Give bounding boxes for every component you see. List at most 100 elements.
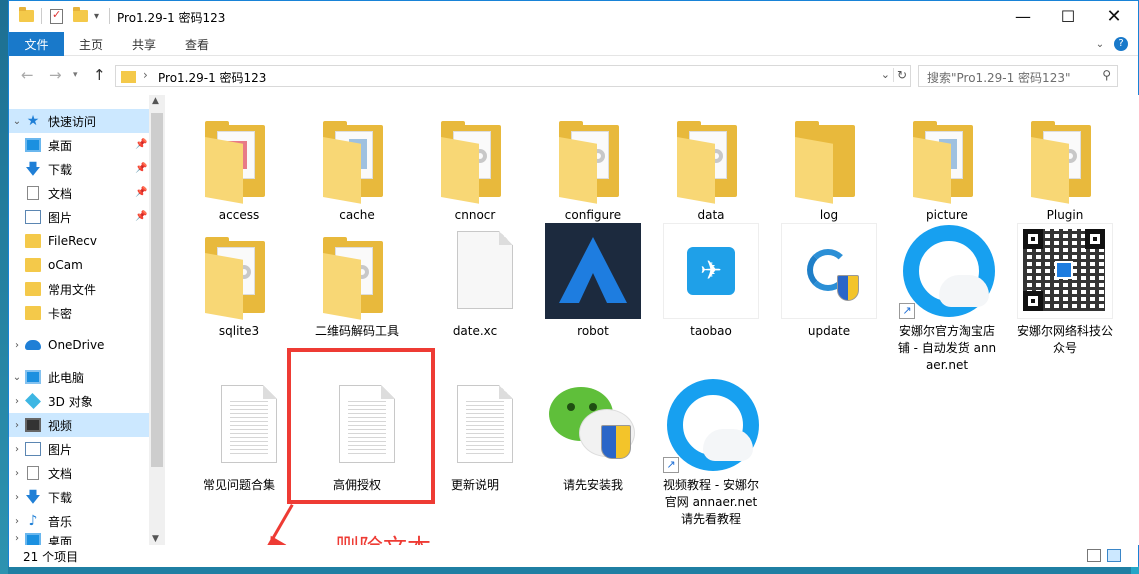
expand-chevron-icon[interactable]: › — [9, 396, 25, 407]
collapse-chevron-icon[interactable]: ⌄ — [9, 372, 25, 383]
nav-label: oCam — [48, 258, 83, 272]
file-item[interactable]: 更新说明 — [427, 377, 523, 494]
address-dropdown-icon[interactable]: ⌄ — [881, 68, 890, 81]
desktop-edge-left — [0, 0, 8, 574]
nav-item-music[interactable]: › ♪ 音乐 — [9, 509, 149, 533]
tab-file[interactable]: 文件 — [9, 32, 64, 56]
help-icon[interactable]: ? — [1112, 32, 1130, 56]
folder-icon — [25, 282, 41, 296]
folder-icon — [25, 234, 41, 248]
file-item[interactable]: access — [191, 107, 287, 224]
file-name: access — [218, 208, 260, 222]
ribbon-tabs: 文件 主页 共享 查看 ⌄ ? — [9, 32, 1138, 56]
up-icon[interactable]: ↑ — [93, 66, 106, 84]
nav-label: OneDrive — [48, 338, 105, 352]
folder-icon — [191, 223, 287, 320]
nav-item-videos[interactable]: › 视频 — [9, 413, 149, 437]
nav-onedrive[interactable]: › OneDrive — [9, 333, 149, 357]
file-item[interactable]: ✈ taobao — [663, 223, 759, 340]
nav-item-downloads[interactable]: 🡇 下载 — [9, 157, 149, 181]
file-item[interactable]: robot — [545, 223, 641, 340]
qa-dropdown-icon[interactable]: ▾ — [94, 7, 99, 25]
address-bar[interactable]: › Pro1.29-1 密码123 ⌄ ↻ — [115, 65, 911, 87]
nav-item-filerecv[interactable]: FileRecv — [9, 229, 149, 253]
new-folder-icon[interactable] — [73, 7, 88, 25]
file-item[interactable]: data — [663, 107, 759, 224]
file-name: taobao — [690, 324, 732, 338]
nav-item-pc-pictures[interactable]: › 图片 — [9, 437, 149, 461]
nav-item-desktop[interactable]: 桌面 — [9, 133, 149, 157]
properties-icon[interactable] — [50, 7, 63, 25]
folder-icon — [19, 7, 34, 25]
address-separator[interactable]: › — [143, 68, 148, 82]
nav-item-ocam[interactable]: oCam — [9, 253, 149, 277]
file-item[interactable]: cache — [309, 107, 405, 224]
expand-chevron-icon[interactable]: › — [9, 340, 25, 351]
tab-home[interactable]: 主页 — [71, 32, 111, 56]
close-button[interactable]: ✕ — [1091, 1, 1137, 32]
ribbon-expand-icon[interactable]: ⌄ — [1092, 32, 1108, 56]
nav-item-pictures[interactable]: 图片 — [9, 205, 149, 229]
file-item[interactable]: date.xc — [427, 223, 523, 340]
expand-chevron-icon[interactable]: › — [9, 516, 25, 527]
file-name: 安娜尔官方淘宝店铺 - 自动发货 annaer.net — [897, 324, 997, 372]
nav-item-pc-downloads[interactable]: › 🡇 下载 — [9, 485, 149, 509]
pin-icon[interactable]: 📌 — [135, 139, 147, 150]
scroll-thumb[interactable] — [151, 113, 163, 467]
file-item[interactable]: 请先安装我 — [545, 377, 641, 494]
file-name: configure — [564, 208, 622, 222]
file-item[interactable]: configure — [545, 107, 641, 224]
file-item[interactable]: Plugin — [1017, 107, 1113, 224]
cloud-icon — [25, 340, 41, 350]
tab-share[interactable]: 共享 — [124, 32, 164, 56]
scroll-down-icon[interactable]: ▼ — [152, 534, 159, 544]
expand-chevron-icon[interactable]: › — [9, 420, 25, 431]
back-icon[interactable]: ← — [21, 66, 34, 84]
expand-chevron-icon[interactable]: › — [9, 533, 25, 544]
maximize-button[interactable]: ☐ — [1045, 1, 1091, 32]
nav-quick-access[interactable]: ⌄ ★ 快速访问 — [9, 109, 149, 133]
file-item[interactable]: 二维码解码工具 — [309, 223, 405, 340]
minimize-button[interactable]: — — [1000, 1, 1046, 32]
file-item[interactable]: ↗ 视频教程 - 安娜尔官网 annaer.net 请先看教程 — [663, 377, 759, 528]
file-item[interactable]: cnnocr — [427, 107, 523, 224]
nav-item-pc-desktop[interactable]: › 桌面 — [9, 533, 149, 545]
search-icon[interactable]: ⚲ — [1102, 68, 1111, 82]
update-app-icon — [781, 223, 877, 319]
nav-item-documents[interactable]: 文档 — [9, 181, 149, 205]
expand-chevron-icon[interactable]: › — [9, 492, 25, 503]
nav-item-pc-documents[interactable]: › 文档 — [9, 461, 149, 485]
tab-view[interactable]: 查看 — [177, 32, 217, 56]
file-item[interactable]: sqlite3 — [191, 223, 287, 340]
file-item[interactable]: picture — [899, 107, 995, 224]
recent-dropdown-icon[interactable]: ▾ — [73, 70, 78, 80]
file-item[interactable]: 安娜尔网络科技公众号 — [1017, 223, 1113, 357]
pin-icon[interactable]: 📌 — [135, 187, 147, 198]
large-icons-view-icon[interactable] — [1107, 549, 1121, 562]
pin-icon[interactable]: 📌 — [135, 211, 147, 222]
collapse-chevron-icon[interactable]: ⌄ — [9, 116, 25, 127]
address-path[interactable]: Pro1.29-1 密码123 — [158, 69, 266, 86]
pin-icon[interactable]: 📌 — [135, 163, 147, 174]
expand-chevron-icon[interactable]: › — [9, 444, 25, 455]
qr-code-icon — [1017, 223, 1113, 319]
nav-label: 此电脑 — [48, 370, 85, 385]
file-name: 视频教程 - 安娜尔官网 annaer.net 请先看教程 — [663, 478, 759, 526]
forward-icon[interactable]: → — [49, 66, 62, 84]
file-item[interactable]: 常见问题合集 — [191, 377, 287, 494]
expand-chevron-icon[interactable]: › — [9, 468, 25, 479]
nav-item-common-files[interactable]: 常用文件 — [9, 277, 149, 301]
nav-scrollbar[interactable]: ▲ ▼ — [149, 95, 165, 545]
scroll-up-icon[interactable]: ▲ — [152, 96, 159, 106]
search-box[interactable]: 搜索"Pro1.29-1 密码123" ⚲ — [918, 65, 1118, 87]
nav-item-3d-objects[interactable]: › 3D 对象 — [9, 389, 149, 413]
nav-item-card-keys[interactable]: 卡密 — [9, 301, 149, 325]
details-view-icon[interactable] — [1087, 549, 1101, 562]
refresh-icon[interactable]: ↻ — [892, 68, 907, 82]
search-input[interactable]: 搜索"Pro1.29-1 密码123" — [927, 69, 1070, 86]
nav-this-pc[interactable]: ⌄ 此电脑 — [9, 365, 149, 389]
file-item[interactable]: update — [781, 223, 877, 340]
download-icon: 🡇 — [25, 488, 41, 506]
file-item[interactable]: log — [781, 107, 877, 224]
file-item[interactable]: ↗ 安娜尔官方淘宝店铺 - 自动发货 annaer.net — [897, 223, 997, 374]
